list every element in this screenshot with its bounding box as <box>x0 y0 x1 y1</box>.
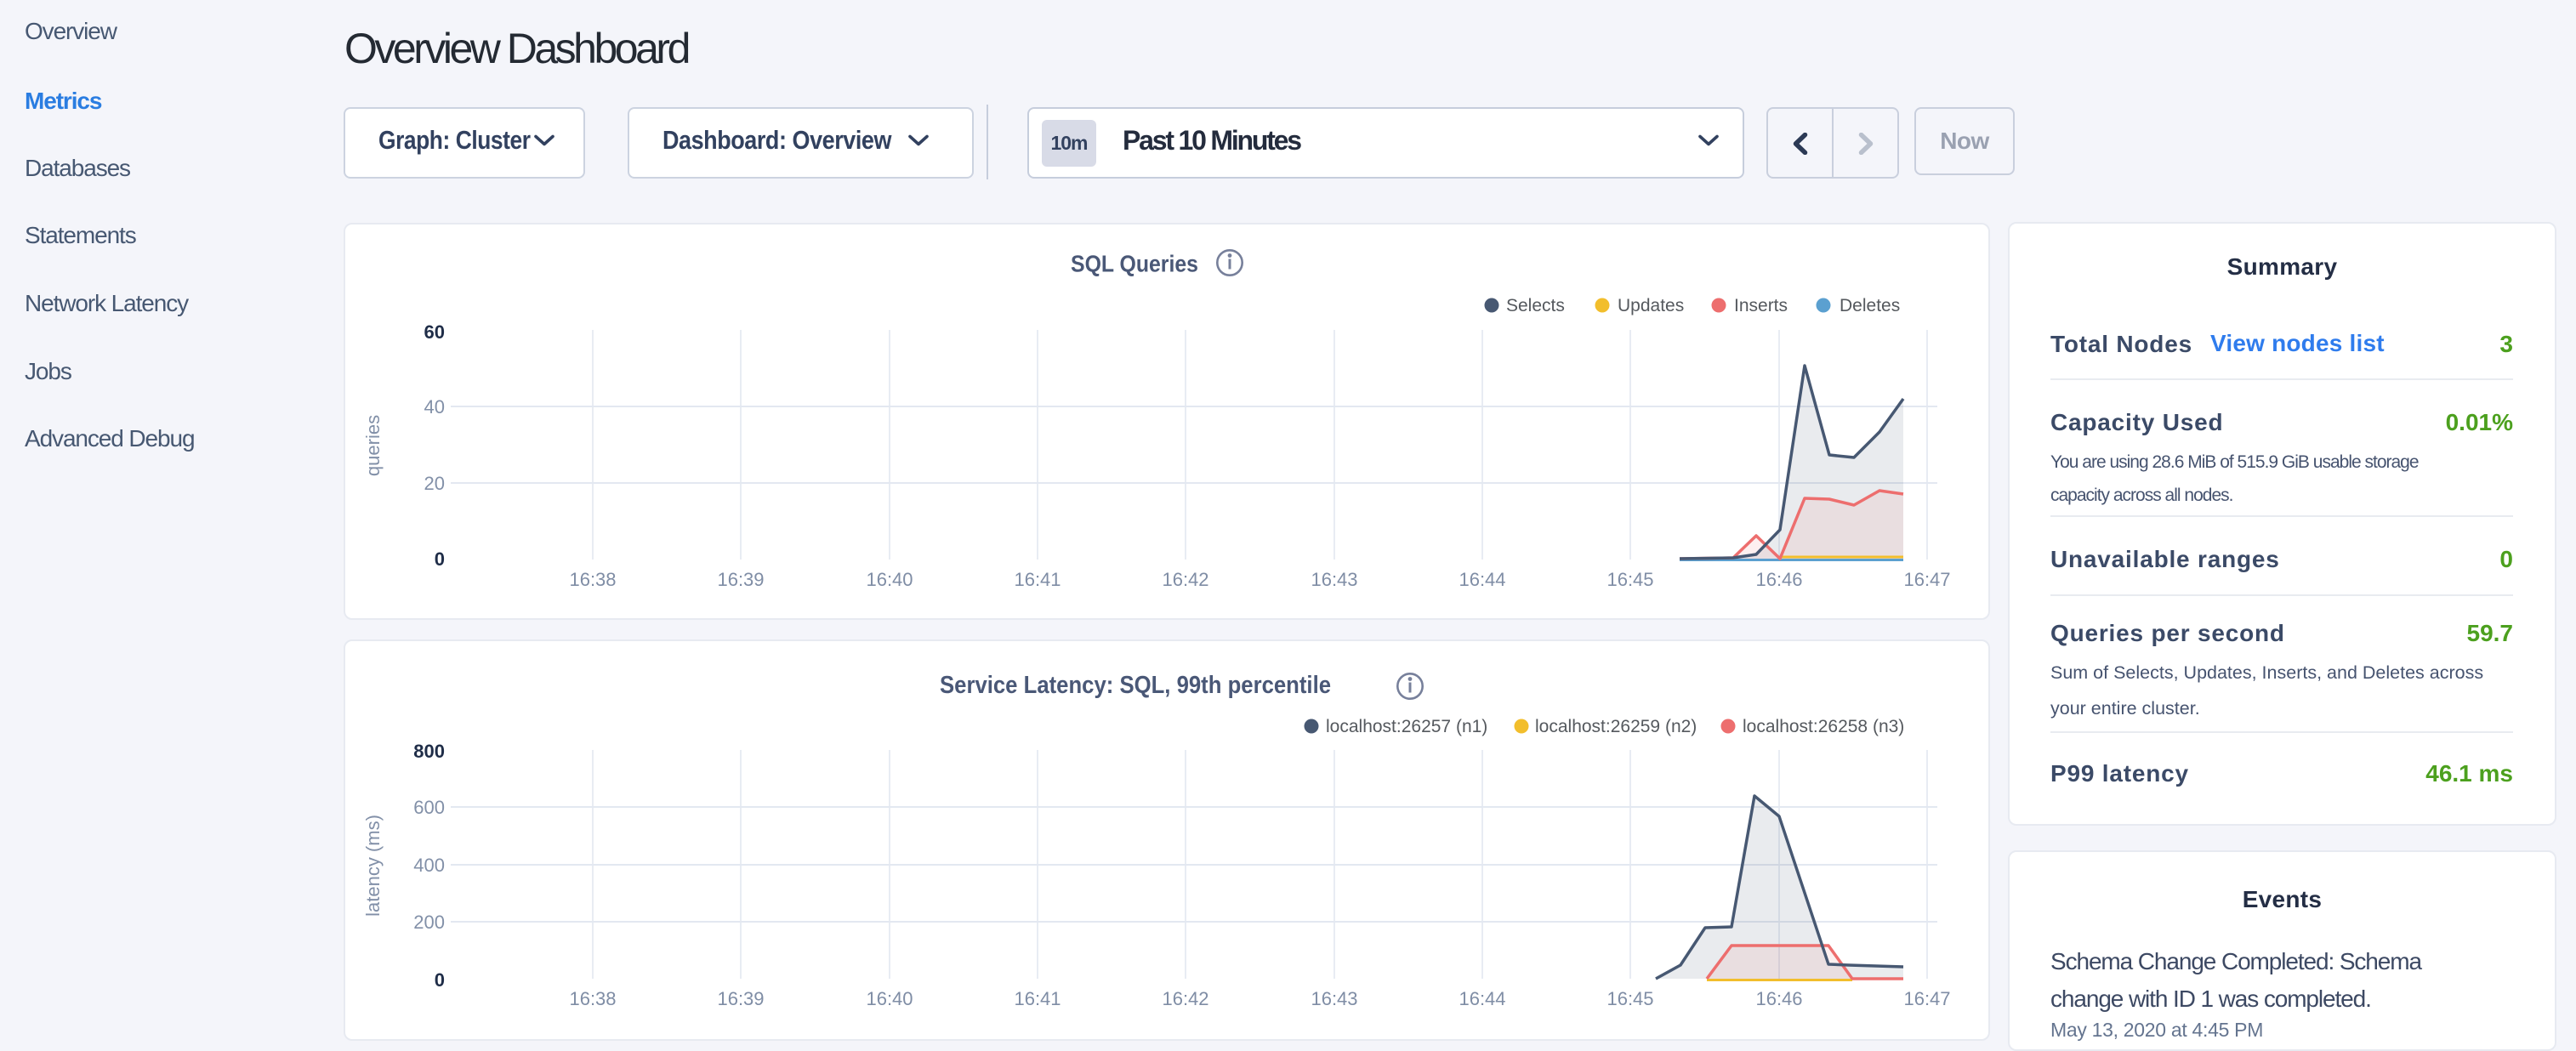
svg-text:latency (ms): latency (ms) <box>362 815 384 917</box>
svg-text:16:44: 16:44 <box>1459 988 1505 1009</box>
svg-text:0: 0 <box>435 969 445 991</box>
svg-text:16:44: 16:44 <box>1459 569 1505 590</box>
svg-text:16:45: 16:45 <box>1606 569 1653 590</box>
svg-text:Inserts: Inserts <box>1734 296 1788 315</box>
svg-text:600: 600 <box>413 797 445 818</box>
svg-text:40: 40 <box>424 396 445 418</box>
svg-text:16:38: 16:38 <box>569 569 616 590</box>
svg-text:20: 20 <box>424 473 445 494</box>
svg-text:16:40: 16:40 <box>866 988 913 1009</box>
svg-text:16:42: 16:42 <box>1162 569 1208 590</box>
svg-text:16:43: 16:43 <box>1311 988 1357 1009</box>
svg-text:16:43: 16:43 <box>1311 569 1357 590</box>
svg-text:localhost:26258 (n3): localhost:26258 (n3) <box>1743 717 1904 736</box>
svg-text:16:46: 16:46 <box>1755 569 1802 590</box>
svg-text:16:40: 16:40 <box>866 569 913 590</box>
svg-text:16:47: 16:47 <box>1903 988 1950 1009</box>
svg-text:SQL Queries: SQL Queries <box>1071 251 1198 277</box>
svg-text:16:39: 16:39 <box>717 569 764 590</box>
svg-text:16:47: 16:47 <box>1903 569 1950 590</box>
svg-text:800: 800 <box>413 741 445 762</box>
svg-text:60: 60 <box>424 321 445 343</box>
svg-text:queries: queries <box>362 415 384 476</box>
svg-text:Service Latency: SQL, 99th per: Service Latency: SQL, 99th percentile <box>940 672 1331 699</box>
svg-text:Selects: Selects <box>1506 296 1565 315</box>
svg-text:Deletes: Deletes <box>1840 296 1900 315</box>
svg-text:Updates: Updates <box>1618 296 1684 315</box>
svg-text:16:46: 16:46 <box>1755 988 1802 1009</box>
svg-text:16:41: 16:41 <box>1014 569 1061 590</box>
svg-text:localhost:26259 (n2): localhost:26259 (n2) <box>1535 717 1697 736</box>
svg-text:0: 0 <box>435 548 445 570</box>
svg-text:200: 200 <box>413 912 445 933</box>
svg-text:16:39: 16:39 <box>717 988 764 1009</box>
svg-text:400: 400 <box>413 855 445 876</box>
svg-text:16:45: 16:45 <box>1606 988 1653 1009</box>
svg-text:16:42: 16:42 <box>1162 988 1208 1009</box>
svg-text:16:38: 16:38 <box>569 988 616 1009</box>
svg-text:16:41: 16:41 <box>1014 988 1061 1009</box>
svg-text:localhost:26257 (n1): localhost:26257 (n1) <box>1326 717 1487 736</box>
